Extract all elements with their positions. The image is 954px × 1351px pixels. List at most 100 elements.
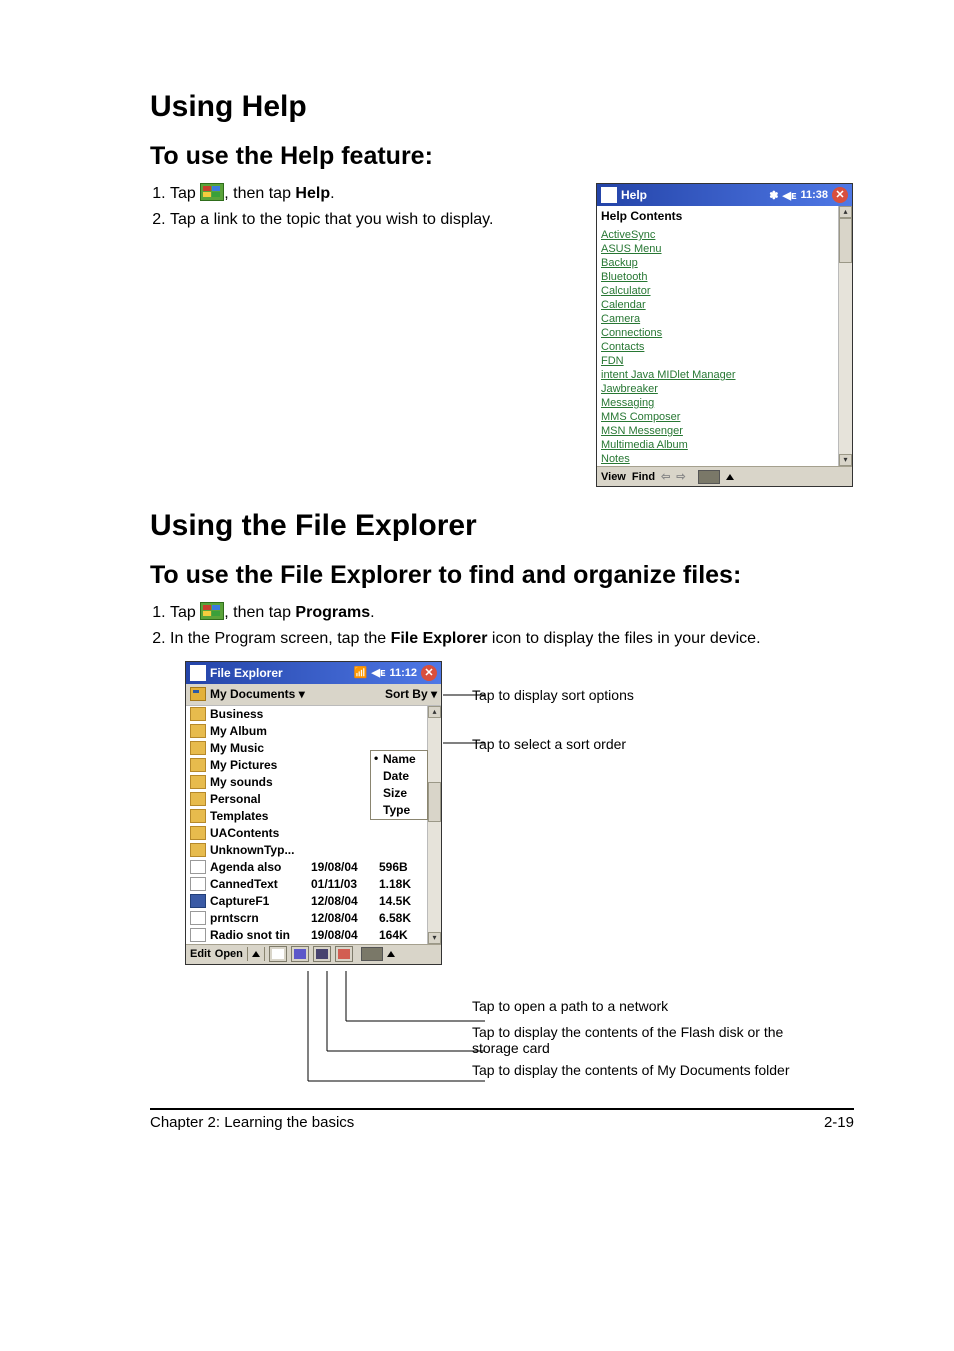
- help-link[interactable]: Notes: [601, 453, 630, 465]
- forward-icon[interactable]: ⇨: [676, 470, 685, 483]
- close-icon[interactable]: ✕: [421, 665, 437, 681]
- network-path-button[interactable]: [335, 946, 353, 962]
- help-link[interactable]: FDN: [601, 355, 624, 367]
- fe-titlebar: File Explorer 📶 ◀ᴇ 11:12 ✕: [186, 662, 441, 684]
- list-item[interactable]: Business: [186, 706, 427, 723]
- my-documents-button[interactable]: [269, 946, 287, 962]
- list-item[interactable]: CaptureF112/08/0414.5K: [186, 893, 427, 910]
- scroll-up-icon[interactable]: ▴: [428, 706, 441, 718]
- folder-icon: [190, 741, 206, 755]
- sort-option-size[interactable]: Size: [371, 785, 427, 802]
- flash-disk-button[interactable]: [313, 946, 331, 962]
- list-item[interactable]: UAContents: [186, 825, 427, 842]
- help-contents-label: Help Contents: [597, 206, 838, 228]
- start-menu-icon[interactable]: [601, 187, 617, 203]
- callout-flash: Tap to display the contents of the Flash…: [472, 1024, 832, 1056]
- clock-text[interactable]: 11:38: [800, 189, 828, 201]
- sort-option-name[interactable]: Name: [371, 751, 427, 768]
- capture-icon: [190, 894, 206, 908]
- back-icon[interactable]: ⇦: [661, 470, 670, 483]
- sort-by-dropdown[interactable]: Sort By ▾: [385, 687, 437, 701]
- help-link[interactable]: intent Java MIDlet Manager: [601, 369, 736, 381]
- keyboard-icon[interactable]: [698, 470, 720, 484]
- help-title-text: Help: [621, 188, 647, 202]
- find-button[interactable]: Find: [632, 471, 655, 483]
- folder-icon: [190, 707, 206, 721]
- footer-rule: [150, 1108, 854, 1110]
- help-link[interactable]: ActiveSync: [601, 229, 655, 241]
- open-button[interactable]: Open: [215, 948, 243, 960]
- help-link[interactable]: MMS Composer: [601, 411, 680, 423]
- help-link[interactable]: Bluetooth: [601, 271, 647, 283]
- list-item[interactable]: CannedText01/11/031.18K: [186, 876, 427, 893]
- sort-menu: Name Date Size Type: [370, 750, 428, 820]
- storage-card-button[interactable]: [291, 946, 309, 962]
- list-item[interactable]: My Album: [186, 723, 427, 740]
- help-link[interactable]: MSN Messenger: [601, 425, 683, 437]
- help-link[interactable]: Camera: [601, 313, 640, 325]
- help-link[interactable]: Messaging: [601, 397, 654, 409]
- sip-arrow-icon[interactable]: [387, 951, 395, 957]
- folder-icon: [190, 843, 206, 857]
- folder-icon: [190, 775, 206, 789]
- scroll-down-icon[interactable]: ▾: [839, 454, 852, 466]
- file-icon: [190, 877, 206, 891]
- folder-icon: [190, 826, 206, 840]
- list-item[interactable]: prntscrn12/08/046.58K: [186, 910, 427, 927]
- folder-icon: [190, 792, 206, 806]
- up-icon[interactable]: [252, 951, 260, 957]
- scroll-up-icon[interactable]: ▴: [839, 206, 852, 218]
- callout-sort-order: Tap to select a sort order: [472, 736, 832, 752]
- help-titlebar: Help ✽ ◀ᴇ 11:38 ✕: [597, 184, 852, 206]
- heading-using-file-explorer: Using the File Explorer: [150, 509, 854, 543]
- help-step-1: Tap , then tap Help.: [170, 183, 566, 205]
- sort-option-type[interactable]: Type: [371, 802, 427, 819]
- start-icon: [200, 602, 224, 620]
- sound-icon[interactable]: ◀ᴇ: [783, 189, 797, 202]
- separator: [264, 947, 265, 961]
- list-item[interactable]: Radio snot tin19/08/04164K: [186, 927, 427, 944]
- list-item[interactable]: UnknownTyp...: [186, 842, 427, 859]
- file-list: Business My Album My Music My Pictures M…: [186, 706, 427, 944]
- help-link[interactable]: Calendar: [601, 299, 646, 311]
- fe-title-text: File Explorer: [210, 666, 283, 680]
- sip-arrow-icon[interactable]: [726, 474, 734, 480]
- scroll-down-icon[interactable]: ▾: [428, 932, 441, 944]
- fe-step-2: In the Program screen, tap the File Expl…: [170, 628, 854, 650]
- help-step-2: Tap a link to the topic that you wish to…: [170, 209, 566, 231]
- start-icon: [200, 183, 224, 201]
- signal-icon[interactable]: 📶: [354, 666, 368, 679]
- image-icon: [190, 911, 206, 925]
- help-link[interactable]: Connections: [601, 327, 662, 339]
- heading-using-help: Using Help: [150, 90, 854, 124]
- close-icon[interactable]: ✕: [832, 187, 848, 203]
- start-menu-icon[interactable]: [190, 665, 206, 681]
- footer-page: 2-19: [824, 1114, 854, 1131]
- file-icon: [190, 860, 206, 874]
- scroll-thumb[interactable]: [428, 782, 441, 822]
- location-folder-icon[interactable]: [190, 687, 206, 701]
- vertical-scrollbar[interactable]: ▴ ▾: [427, 706, 441, 944]
- help-link[interactable]: Contacts: [601, 341, 644, 353]
- subheading-help-feature: To use the Help feature:: [150, 142, 854, 171]
- sort-option-date[interactable]: Date: [371, 768, 427, 785]
- help-link[interactable]: ASUS Menu: [601, 243, 662, 255]
- separator: [247, 947, 248, 961]
- vertical-scrollbar[interactable]: ▴ ▾: [838, 206, 852, 466]
- list-item[interactable]: Agenda also19/08/04596B: [186, 859, 427, 876]
- edit-button[interactable]: Edit: [190, 948, 211, 960]
- sound-icon[interactable]: ◀ᴇ: [372, 666, 386, 679]
- location-dropdown[interactable]: My Documents ▾: [210, 687, 305, 701]
- help-link[interactable]: Jawbreaker: [601, 383, 658, 395]
- clock-text[interactable]: 11:12: [389, 667, 417, 679]
- help-link[interactable]: Calculator: [601, 285, 651, 297]
- help-link[interactable]: Backup: [601, 257, 638, 269]
- keyboard-icon[interactable]: [361, 947, 383, 961]
- connectivity-icon[interactable]: ✽: [769, 189, 778, 202]
- footer-chapter: Chapter 2: Learning the basics: [150, 1114, 354, 1131]
- folder-icon: [190, 724, 206, 738]
- folder-icon: [190, 809, 206, 823]
- help-link[interactable]: Multimedia Album: [601, 439, 688, 451]
- view-button[interactable]: View: [601, 471, 626, 483]
- scroll-thumb[interactable]: [839, 218, 852, 263]
